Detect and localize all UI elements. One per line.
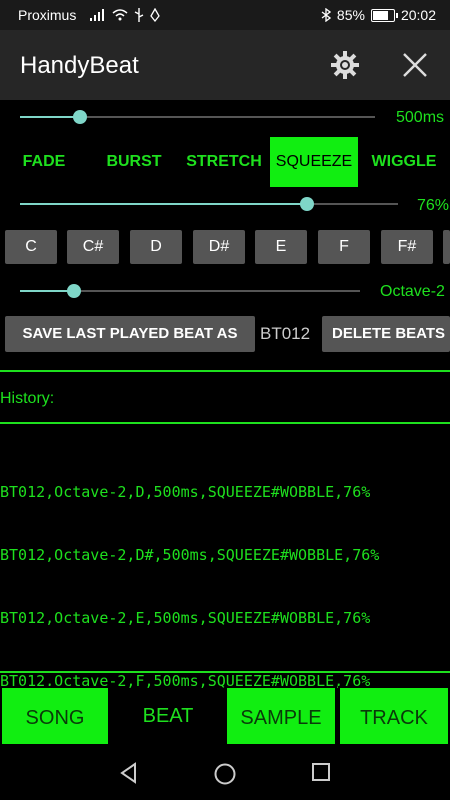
divider — [0, 370, 450, 372]
mode-wiggle-button[interactable]: WIGGLE — [366, 137, 442, 187]
back-icon[interactable] — [118, 762, 140, 784]
wifi-icon — [112, 9, 128, 21]
mode-squeeze-button[interactable]: SQUEEZE — [270, 137, 358, 187]
delete-beats-button[interactable]: DELETE BEATS — [322, 316, 450, 352]
status-icons — [90, 8, 160, 22]
close-icon[interactable] — [402, 52, 428, 78]
note-f-sharp-button[interactable]: F# — [381, 230, 433, 264]
note-c-sharp-button[interactable]: C# — [67, 230, 119, 264]
tab-sample[interactable]: SAMPLE — [225, 686, 337, 746]
history-label: History: — [0, 390, 55, 407]
history-entry: BT012,Octave-2,D,500ms,SQUEEZE#WOBBLE,76… — [0, 483, 371, 501]
intensity-value: 76% — [417, 197, 450, 214]
divider — [0, 671, 450, 673]
note-d-sharp-button[interactable]: D# — [193, 230, 245, 264]
beat-name: BT012 — [260, 324, 311, 343]
history-entry: BT012,Octave-2,D#,500ms,SQUEEZE#WOBBLE,7… — [0, 546, 380, 564]
app-title: HandyBeat — [20, 52, 139, 79]
status-bar: Proximus 85% 20:02 — [0, 0, 450, 30]
note-d-button[interactable]: D — [130, 230, 182, 264]
divider — [0, 422, 450, 424]
mode-burst-button[interactable]: BURST — [96, 137, 172, 187]
duration-value: 500ms — [396, 109, 445, 126]
app-bar: HandyBeat — [0, 30, 450, 100]
note-next-button[interactable] — [443, 230, 450, 264]
slider-thumb[interactable] — [73, 110, 87, 124]
tab-song[interactable]: SONG — [0, 686, 110, 746]
tab-track[interactable]: TRACK — [338, 686, 450, 746]
note-f-button[interactable]: F — [318, 230, 370, 264]
battery-percent: 85% — [336, 7, 365, 23]
history-entry: BT012,Octave-2,E,500ms,SQUEEZE#WOBBLE,76… — [0, 609, 371, 627]
duration-slider[interactable] — [20, 106, 375, 128]
usb-icon — [134, 8, 144, 22]
mode-stretch-button[interactable]: STRETCH — [182, 137, 266, 187]
slider-thumb[interactable] — [300, 197, 314, 211]
note-c-button[interactable]: C — [5, 230, 57, 264]
mode-fade-button[interactable]: FADE — [8, 137, 80, 187]
intensity-slider[interactable] — [20, 193, 398, 215]
carrier-name: Proximus — [18, 7, 77, 23]
signal-icon — [90, 9, 104, 21]
save-beat-button[interactable]: SAVE LAST PLAYED BEAT AS — [5, 316, 255, 352]
data-icon — [150, 8, 160, 22]
battery-icon — [370, 8, 398, 22]
home-icon[interactable] — [213, 762, 237, 786]
gear-icon[interactable] — [330, 50, 360, 80]
navigation-bar — [0, 748, 450, 800]
bluetooth-icon — [321, 8, 331, 22]
tab-beat[interactable]: BEAT — [112, 686, 224, 746]
note-e-button[interactable]: E — [255, 230, 307, 264]
octave-slider[interactable] — [20, 280, 360, 302]
recents-icon[interactable] — [311, 762, 331, 782]
octave-value: Octave-2 — [380, 283, 445, 300]
clock: 20:02 — [400, 7, 436, 23]
slider-thumb[interactable] — [67, 284, 81, 298]
